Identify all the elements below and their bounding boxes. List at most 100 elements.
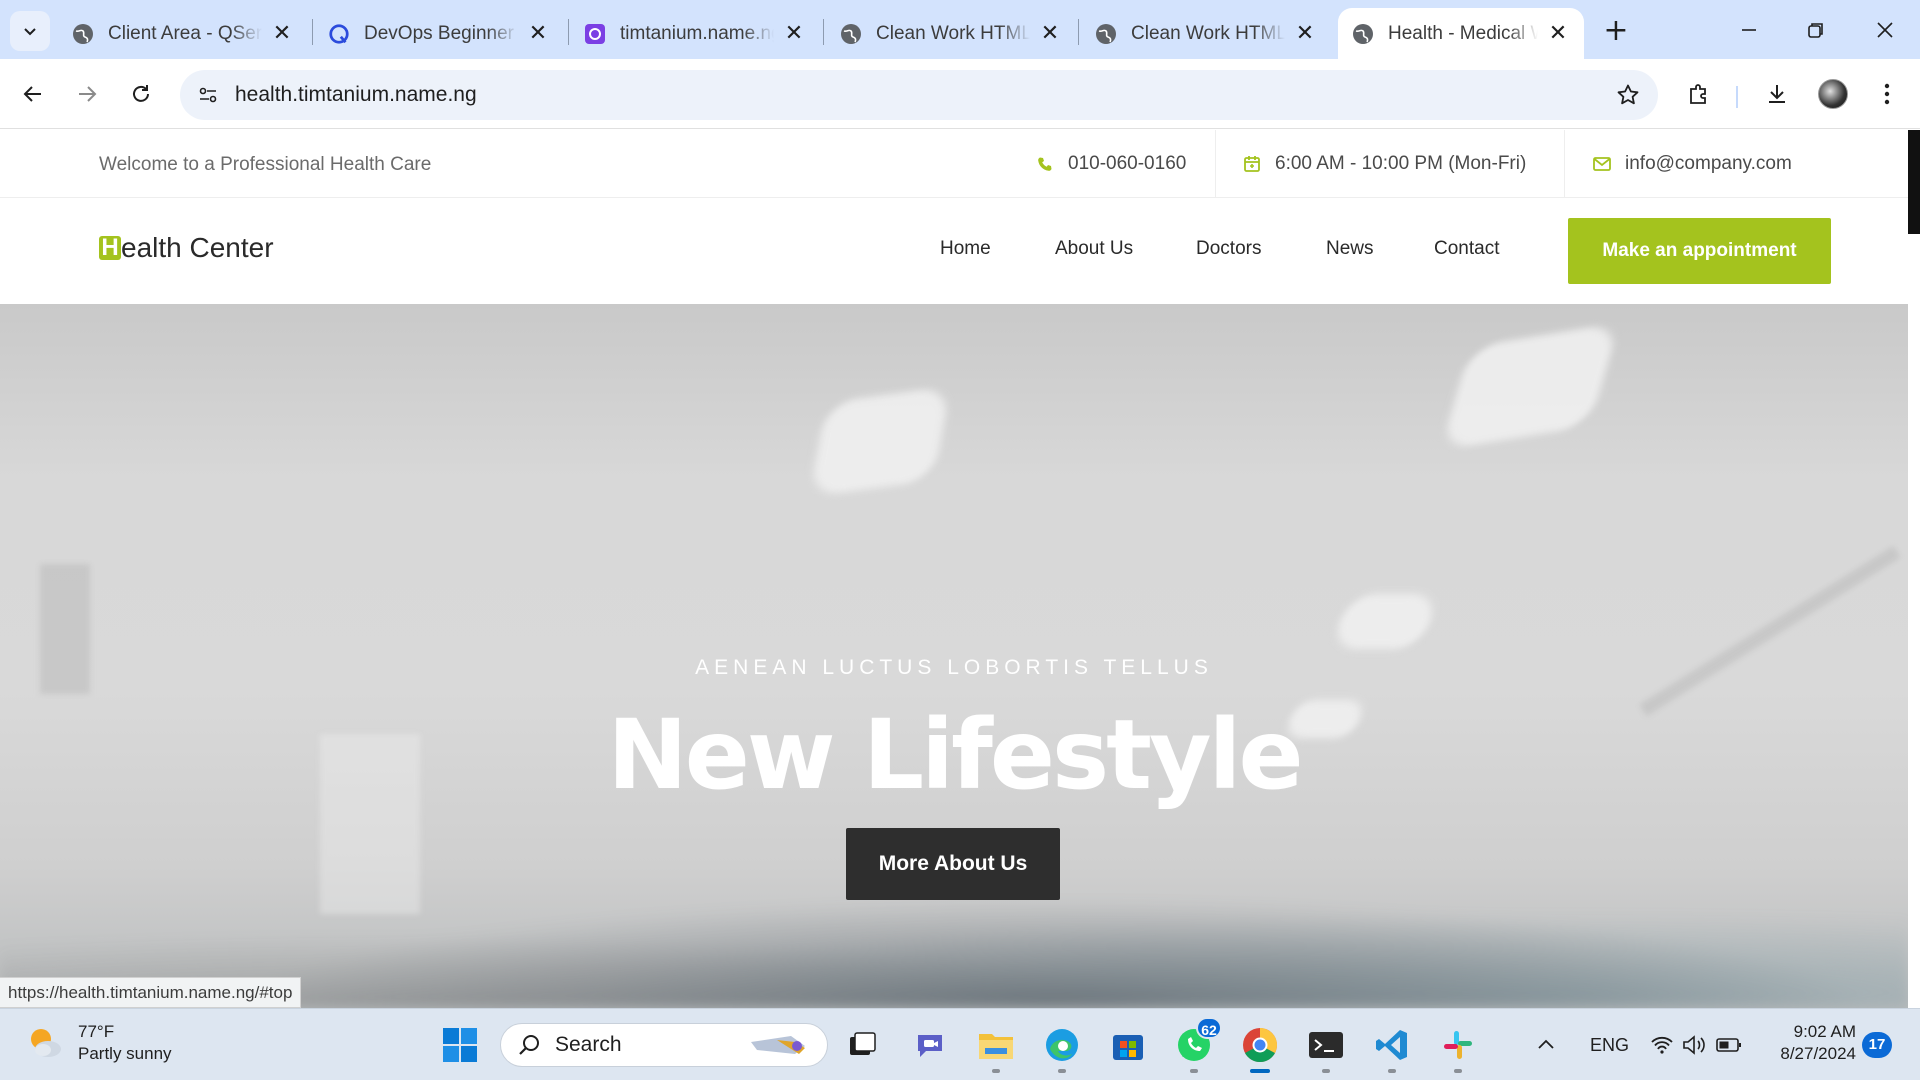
profile-button[interactable] (1812, 73, 1854, 115)
reload-button[interactable] (120, 73, 162, 115)
extensions-button[interactable] (1678, 73, 1720, 115)
close-icon (1877, 22, 1893, 38)
tab-title: Health - Medical Website (1388, 22, 1538, 44)
envelope-icon (1591, 153, 1613, 175)
link-status-bubble: https://health.timtanium.name.ng/#top (0, 977, 302, 1008)
download-icon (1769, 85, 1785, 103)
restore-button[interactable] (1793, 12, 1839, 48)
taskbar-search[interactable]: Search (500, 1023, 828, 1067)
terminal-app[interactable] (1304, 1023, 1348, 1073)
tab-timtanium[interactable]: timtanium.name.ng ✕ (570, 8, 820, 59)
tab-clean-work-2[interactable]: Clean Work HTML Template ✕ (1081, 8, 1331, 59)
nav-doctors[interactable]: Doctors (1196, 238, 1261, 260)
menu-button[interactable] (1866, 73, 1908, 115)
globe-icon (1095, 23, 1117, 45)
running-indicator (1388, 1069, 1396, 1073)
edge-app[interactable] (1040, 1023, 1084, 1073)
chrome-app[interactable] (1238, 1023, 1282, 1073)
hero-subtitle: AENEAN LUCTUS LOBORTIS TELLUS (695, 656, 1213, 679)
vscode-app[interactable] (1370, 1023, 1414, 1073)
tab-health-active[interactable]: Health - Medical Website ✕ (1338, 8, 1584, 59)
ceiling-rail (1639, 545, 1901, 717)
address-bar[interactable]: health.timtanium.name.ng (180, 70, 1658, 120)
globe-icon (840, 23, 862, 45)
windows-taskbar: 77°F Partly sunny Search 62 ENG 9:02 AM … (0, 1008, 1920, 1080)
notification-count-badge[interactable]: 17 (1862, 1032, 1892, 1058)
edge-browser-icon (1046, 1029, 1078, 1061)
close-icon[interactable]: ✕ (782, 21, 806, 46)
terminal-icon (1309, 1032, 1343, 1058)
close-icon[interactable]: ✕ (1293, 21, 1317, 46)
email-contact[interactable]: info@company.com (1591, 130, 1792, 198)
nav-about-us[interactable]: About Us (1055, 238, 1133, 260)
close-icon[interactable]: ✕ (1546, 21, 1570, 46)
partly-sunny-icon (26, 1024, 64, 1062)
language-indicator[interactable]: ENG (1590, 1009, 1629, 1080)
weather-widget[interactable]: 77°F Partly sunny (26, 1021, 172, 1065)
new-tab-button[interactable]: + (1598, 14, 1634, 50)
site-logo[interactable]: H ealth Center (99, 232, 274, 264)
active-indicator (1250, 1069, 1270, 1073)
microsoft-store-app[interactable] (1106, 1023, 1150, 1067)
clock-time: 9:02 AM (1793, 1022, 1856, 1041)
hero-title: New Lifestyle (607, 699, 1303, 811)
notification-badge: 62 (1196, 1017, 1222, 1039)
scrollbar-thumb[interactable] (1908, 130, 1920, 234)
logo-text: ealth Center (121, 232, 274, 263)
battery-icon (1716, 1038, 1741, 1052)
slack-app[interactable] (1436, 1023, 1480, 1073)
teams-chat-app[interactable] (908, 1023, 952, 1067)
welcome-text: Welcome to a Professional Health Care (99, 154, 432, 175)
tab-devops[interactable]: DevOps Beginner Course ✕ (314, 8, 564, 59)
show-hidden-icons-button[interactable] (1536, 1009, 1556, 1080)
downloads-button[interactable] (1756, 73, 1798, 115)
file-explorer-app[interactable] (974, 1023, 1018, 1073)
more-about-us-button[interactable]: More About Us (846, 828, 1060, 900)
reload-icon (133, 85, 149, 102)
globe-icon (72, 23, 94, 45)
running-indicator (1322, 1069, 1330, 1073)
forward-button[interactable] (66, 73, 108, 115)
more-vertical-icon (1884, 83, 1890, 105)
nav-news[interactable]: News (1326, 238, 1374, 260)
task-view-button[interactable] (840, 1023, 884, 1067)
tab-client-area[interactable]: Client Area - QServers ✕ (58, 8, 308, 59)
clock-date: 8/27/2024 (1780, 1044, 1856, 1063)
restore-icon (1808, 23, 1823, 38)
phone-number: 010-060-0160 (1068, 153, 1187, 174)
tab-search-button[interactable] (10, 11, 50, 51)
whatsapp-app[interactable]: 62 (1172, 1017, 1222, 1073)
folder-icon (979, 1034, 1013, 1059)
minimize-button[interactable] (1726, 12, 1772, 48)
close-icon[interactable]: ✕ (1038, 21, 1062, 46)
tab-clean-work-1[interactable]: Clean Work HTML Template ✕ (826, 8, 1076, 59)
close-window-button[interactable] (1862, 12, 1908, 48)
chrome-icon (1243, 1028, 1277, 1062)
ceiling-light (1440, 322, 1620, 451)
running-indicator (1454, 1069, 1462, 1073)
site-navigation: H ealth Center Home About Us Doctors New… (0, 198, 1908, 304)
tab-title: Clean Work HTML Template (876, 22, 1030, 44)
wifi-icon (1651, 1036, 1673, 1054)
back-button[interactable] (12, 73, 54, 115)
tab-title: timtanium.name.ng (620, 22, 774, 44)
bookmark-star-icon[interactable] (1612, 79, 1644, 111)
close-icon[interactable]: ✕ (270, 21, 294, 46)
puzzle-icon (1690, 84, 1706, 104)
make-appointment-button[interactable]: Make an appointment (1568, 218, 1831, 284)
avatar (1818, 79, 1848, 109)
nav-home[interactable]: Home (940, 238, 991, 260)
nav-contact[interactable]: Contact (1434, 238, 1499, 260)
close-icon[interactable]: ✕ (526, 21, 550, 46)
url-text[interactable]: health.timtanium.name.ng (235, 83, 477, 107)
page-scrollbar[interactable] (1908, 130, 1920, 1008)
system-clock[interactable]: 9:02 AM 8/27/2024 (1770, 1021, 1856, 1065)
logo-h-mark: H (99, 236, 121, 260)
site-top-bar: Welcome to a Professional Health Care 01… (0, 130, 1908, 198)
arrow-right-icon (79, 86, 97, 102)
tab-title: Client Area - QServers (108, 22, 262, 44)
start-button[interactable] (438, 1023, 482, 1067)
site-info-icon[interactable] (192, 79, 224, 111)
phone-contact[interactable]: 010-060-0160 (1034, 130, 1186, 198)
network-volume-battery-group[interactable] (1650, 1009, 1742, 1080)
